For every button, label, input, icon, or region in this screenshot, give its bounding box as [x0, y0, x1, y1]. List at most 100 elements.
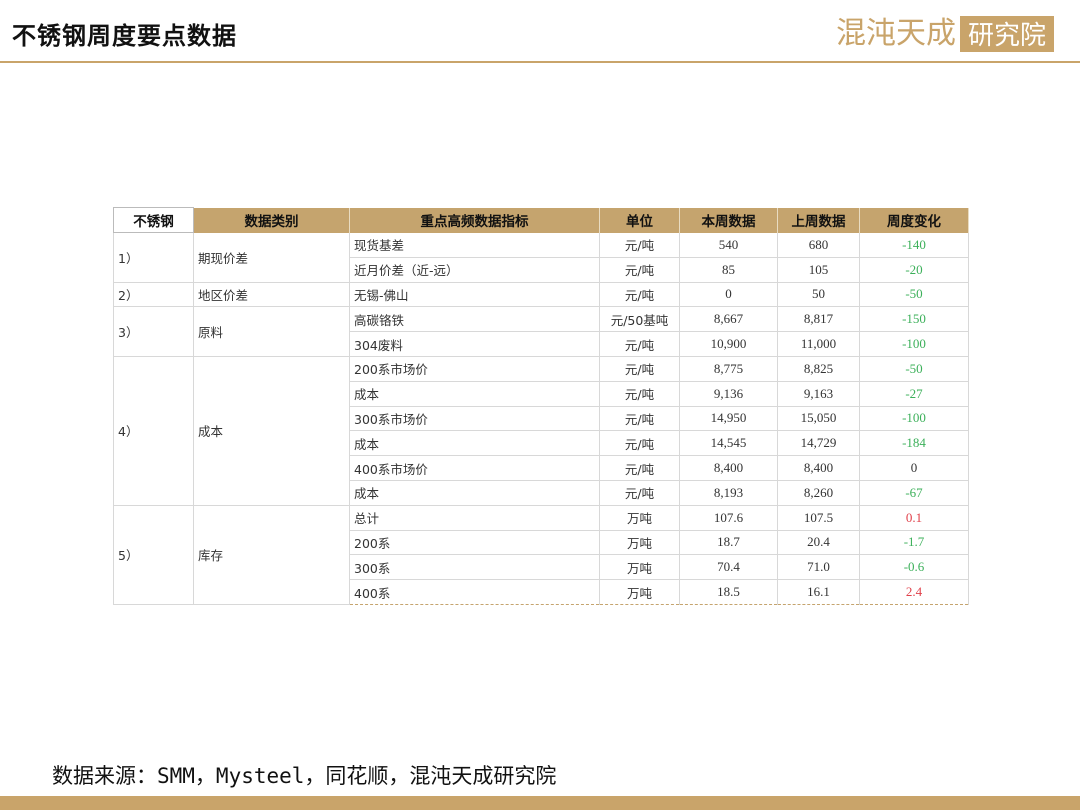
weekly-change-cell: -50 — [859, 282, 969, 308]
category-cell: 地区价差 — [193, 282, 350, 308]
unit-cell: 元/吨 — [599, 381, 680, 407]
indicator-cell: 成本 — [349, 381, 600, 407]
last-week-cell: 11,000 — [777, 331, 860, 357]
unit-cell: 元/吨 — [599, 430, 680, 457]
table-row: 5） 库存 总计 万吨 107.6 107.5 0.1 — [113, 505, 969, 605]
category-cell: 原料 — [193, 306, 350, 357]
unit-cell: 万吨 — [599, 579, 680, 605]
group-id-cell: 3） — [113, 306, 194, 357]
this-week-cell: 10,900 — [679, 331, 778, 357]
weekly-change-cell: -140 — [859, 232, 969, 258]
last-week-cell: 15,050 — [777, 406, 860, 432]
last-week-cell: 16.1 — [777, 579, 860, 605]
unit-cell: 元/50基吨 — [599, 306, 680, 333]
indicator-cell: 200系 — [349, 530, 600, 556]
this-week-cell: 18.7 — [679, 530, 778, 556]
this-week-cell: 8,193 — [679, 480, 778, 506]
stainless-weekly-table: 不锈钢 数据类别 重点高频数据指标 单位 本周数据 上周数据 周度变化 1） 期现… — [113, 207, 969, 605]
unit-cell: 元/吨 — [599, 455, 680, 481]
weekly-change-cell: -1.7 — [859, 530, 969, 556]
table-row: 1） 期现价差 现货基差 元/吨 540 680 -140 — [113, 232, 969, 283]
category-cell: 期现价差 — [193, 232, 350, 283]
indicator-cell: 近月价差（近-远） — [349, 257, 600, 283]
weekly-change-cell: -50 — [859, 356, 969, 382]
indicator-cell: 200系市场价 — [349, 356, 600, 382]
brand-logo: 混沌天成 研究院 — [836, 14, 1054, 54]
this-week-cell: 70.4 — [679, 554, 778, 581]
weekly-change-cell: -184 — [859, 430, 969, 457]
logo-box-text: 研究院 — [959, 16, 1054, 52]
table-row: 3） 原料 高碳铬铁 元/50基吨 8,667 8,817 -150 — [113, 306, 969, 357]
last-week-cell: 20.4 — [777, 530, 860, 556]
this-week-cell: 0 — [679, 282, 778, 308]
indicator-cell: 高碳铬铁 — [349, 306, 600, 333]
indicator-cell: 总计 — [349, 505, 600, 531]
unit-cell: 元/吨 — [599, 480, 680, 506]
weekly-change-cell: -100 — [859, 406, 969, 432]
unit-cell: 元/吨 — [599, 356, 680, 382]
last-week-cell: 107.5 — [777, 505, 860, 531]
indicator-cell: 成本 — [349, 480, 600, 506]
weekly-change-cell: -27 — [859, 381, 969, 407]
column-header: 单位 — [599, 207, 680, 233]
weekly-change-cell: -0.6 — [859, 554, 969, 581]
table-row: 4） 成本 200系市场价 元/吨 8,775 8,825 -50 — [113, 356, 969, 506]
indicator-cell: 现货基差 — [349, 232, 600, 258]
category-cell: 库存 — [193, 505, 350, 605]
page-title: 不锈钢周度要点数据 — [12, 22, 237, 50]
last-week-cell: 71.0 — [777, 554, 860, 581]
column-header: 重点高频数据指标 — [349, 207, 600, 233]
weekly-change-cell: -100 — [859, 331, 969, 357]
column-header: 本周数据 — [679, 207, 778, 233]
table-header-row: 不锈钢 数据类别 重点高频数据指标 单位 本周数据 上周数据 周度变化 — [113, 207, 969, 233]
column-header: 上周数据 — [777, 207, 860, 233]
unit-cell: 万吨 — [599, 530, 680, 556]
weekly-change-cell: 0 — [859, 455, 969, 481]
data-source-note: 数据来源：SMM，Mysteel，同花顺，混沌天成研究院 — [52, 764, 557, 788]
column-header: 不锈钢 — [113, 207, 194, 233]
header-divider — [0, 61, 1080, 63]
weekly-change-cell: -150 — [859, 306, 969, 333]
indicator-cell: 无锡-佛山 — [349, 282, 600, 308]
last-week-cell: 8,260 — [777, 480, 860, 506]
footer-bar — [0, 796, 1080, 810]
logo-text: 混沌天成 — [835, 16, 956, 51]
this-week-cell: 8,400 — [679, 455, 778, 481]
category-cell: 成本 — [193, 356, 350, 506]
last-week-cell: 8,817 — [777, 306, 860, 333]
this-week-cell: 8,775 — [679, 356, 778, 382]
unit-cell: 元/吨 — [599, 282, 680, 308]
last-week-cell: 8,400 — [777, 455, 860, 481]
unit-cell: 元/吨 — [599, 257, 680, 283]
this-week-cell: 18.5 — [679, 579, 778, 605]
column-header: 周度变化 — [859, 207, 969, 233]
this-week-cell: 107.6 — [679, 505, 778, 531]
indicator-cell: 400系 — [349, 579, 600, 605]
this-week-cell: 540 — [679, 232, 778, 258]
this-week-cell: 8,667 — [679, 306, 778, 333]
group-id-cell: 4） — [113, 356, 194, 506]
last-week-cell: 14,729 — [777, 430, 860, 457]
unit-cell: 元/吨 — [599, 331, 680, 357]
group-id-cell: 2） — [113, 282, 194, 308]
weekly-change-cell: -20 — [859, 257, 969, 283]
table-row: 2） 地区价差 无锡-佛山 元/吨 0 50 -50 — [113, 282, 969, 308]
weekly-change-cell: 0.1 — [859, 505, 969, 531]
weekly-change-cell: -67 — [859, 480, 969, 506]
last-week-cell: 50 — [777, 282, 860, 308]
group-id-cell: 1） — [113, 232, 194, 283]
indicator-cell: 300系市场价 — [349, 406, 600, 432]
group-id-cell: 5） — [113, 505, 194, 605]
unit-cell: 元/吨 — [599, 232, 680, 258]
indicator-cell: 300系 — [349, 554, 600, 581]
indicator-cell: 304废料 — [349, 331, 600, 357]
weekly-change-cell: 2.4 — [859, 579, 969, 605]
this-week-cell: 85 — [679, 257, 778, 283]
this-week-cell: 9,136 — [679, 381, 778, 407]
indicator-cell: 400系市场价 — [349, 455, 600, 481]
indicator-cell: 成本 — [349, 430, 600, 457]
last-week-cell: 680 — [777, 232, 860, 258]
unit-cell: 万吨 — [599, 554, 680, 581]
last-week-cell: 105 — [777, 257, 860, 283]
unit-cell: 元/吨 — [599, 406, 680, 432]
